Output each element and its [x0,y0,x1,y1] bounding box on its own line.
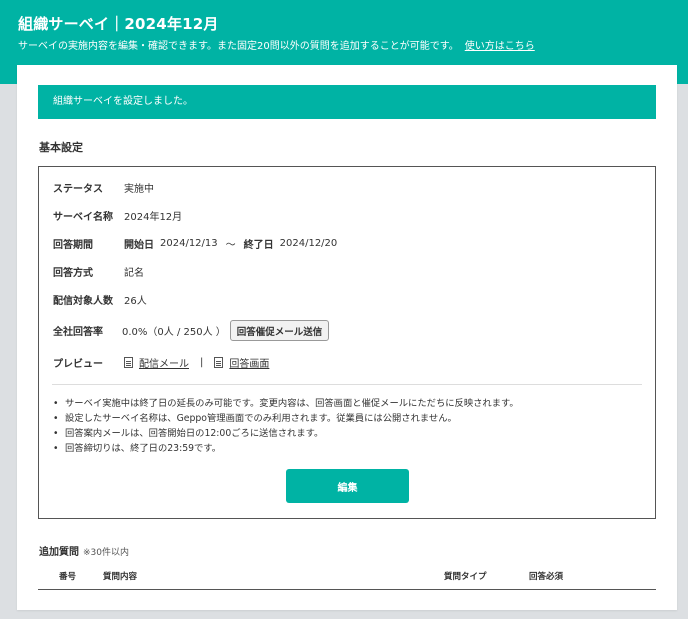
page-title: 組織サーベイ｜2024年12月 [18,15,219,33]
note-item: 回答案内メールは、回答開始日の12:00ごろに送信されます。 [53,426,519,441]
edit-button[interactable]: 編集 [286,469,409,503]
page-description: サーベイの実施内容を編集・確認できます。また固定20問以外の質問を追加することが… [18,41,459,52]
preview-label: プレビュー [53,359,103,370]
note-item: 設定したサーベイ名称は、Geppo管理画面でのみ利用されます。従業員には公開され… [53,411,519,426]
period-separator: ～ [225,240,236,251]
page-subtitle: サーベイの実施内容を編集・確認できます。また固定20問以外の質問を追加することが… [18,37,535,52]
document-icon [124,357,133,368]
method-row: 回答方式 記名 [53,264,144,279]
extra-questions-label: 追加質問 [39,547,79,558]
column-header-required: 回答必須 [529,572,564,582]
period-row: 回答期間 開始日 2024/12/13 ～ 終了日 2024/12/20 [53,236,337,251]
period-label: 回答期間 [53,240,93,251]
targets-row: 配信対象人数 26人 [53,292,147,307]
method-value: 記名 [124,268,144,279]
extra-questions-note: ※30件以内 [83,548,129,558]
status-row: ステータス 実施中 [53,180,154,195]
help-link[interactable]: 使い方はこちら [465,41,535,52]
preview-mail-link[interactable]: 配信メール [139,355,189,370]
note-item: サーベイ実施中は終了日の延長のみ可能です。変更内容は、回答画面と催促メールにただ… [53,396,519,411]
response-rate-value: 0.0%（0人 / 250人 ） [122,327,226,338]
table-header-divider [38,589,656,590]
basic-settings-title: 基本設定 [39,141,83,154]
preview-separator: | [200,357,204,368]
basic-settings-box: ステータス 実施中 サーベイ名称 2024年12月 回答期間 開始日 2024/… [38,166,656,519]
targets-value: 26人 [124,296,147,307]
response-rate-label: 全社回答率 [53,327,103,338]
status-label: ステータス [53,184,103,195]
main-card: 組織サーベイを設定しました。 基本設定 ステータス 実施中 サーベイ名称 202… [17,65,677,610]
send-reminder-button[interactable]: 回答催促メール送信 [229,320,330,341]
success-alert: 組織サーベイを設定しました。 [38,85,656,119]
column-header-question: 質問内容 [103,572,138,582]
notes-list: サーベイ実施中は終了日の延長のみ可能です。変更内容は、回答画面と催促メールにただ… [53,396,519,456]
preview-row: プレビュー 配信メール | 回答画面 [53,355,269,370]
extra-questions-title: 追加質問 ※30件以内 [39,543,129,558]
targets-label: 配信対象人数 [53,296,113,307]
response-rate-row: 全社回答率 0.0%（0人 / 250人 ） 回答催促メール送信 [53,320,330,341]
period-end-label: 終了日 [243,240,274,251]
survey-name-label: サーベイ名称 [53,212,113,223]
preview-screen-link[interactable]: 回答画面 [229,355,269,370]
method-label: 回答方式 [53,268,93,279]
document-icon [214,357,224,368]
period-start-value: 2024/12/13 [160,238,218,249]
period-start-label: 開始日 [124,240,154,251]
divider [52,384,642,385]
survey-name-value: 2024年12月 [124,212,183,223]
column-header-number: 番号 [59,572,77,582]
note-item: 回答締切りは、終了日の23:59です。 [53,441,519,456]
period-end-value: 2024/12/20 [279,238,338,249]
survey-name-row: サーベイ名称 2024年12月 [53,208,182,223]
status-value: 実施中 [124,184,154,195]
column-header-type: 質問タイプ [444,572,487,582]
